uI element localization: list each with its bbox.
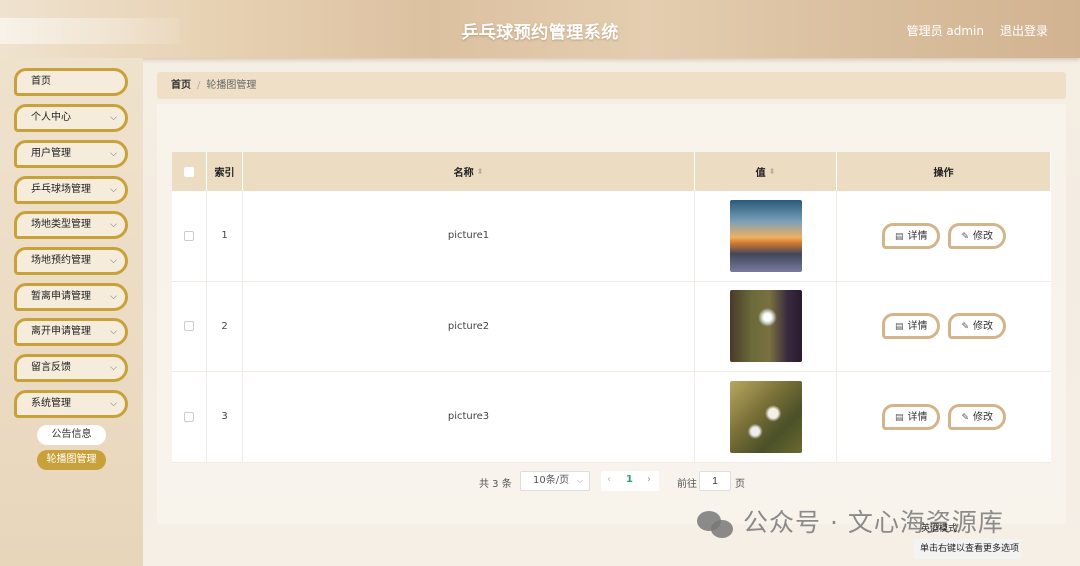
detail-button[interactable]: ▤ 详情 — [881, 222, 941, 249]
chevron-down-icon: ⌵ — [110, 113, 117, 123]
context-menu-hint[interactable]: 单击右键以查看更多选项 — [914, 539, 1021, 559]
logout-link[interactable]: 退出登录 — [1000, 22, 1048, 39]
row-name: picture3 — [243, 372, 695, 462]
sidebar-item-label: 场地类型管理 — [31, 219, 91, 230]
breadcrumb-separator: / — [197, 80, 201, 91]
chevron-down-icon: ⌵ — [110, 185, 117, 195]
sidebar-item-leave[interactable]: 离开申请管理 ⌵ — [14, 318, 128, 346]
chevron-down-icon: ⌵ — [110, 220, 117, 230]
sidebar-item-reservations[interactable]: 场地预约管理 ⌵ — [14, 247, 128, 275]
sidebar-item-system[interactable]: 系统管理 ⌵ — [14, 390, 128, 418]
sidebar-item-profile[interactable]: 个人中心 ⌵ — [14, 104, 128, 132]
wechat-icon — [697, 509, 735, 539]
edit-button[interactable]: ✎ 修改 — [948, 403, 1007, 430]
sidebar-item-home[interactable]: 首页 — [14, 68, 128, 96]
pencil-icon: ✎ — [961, 322, 970, 333]
total-count: 共 3 条 — [479, 479, 512, 490]
row-checkbox[interactable] — [184, 321, 194, 332]
sidebar-item-label: 离开申请管理 — [31, 326, 91, 337]
pencil-icon: ✎ — [961, 231, 970, 242]
row-index: 1 — [207, 191, 243, 281]
header-checkbox-cell — [172, 152, 207, 191]
page-suffix: 页 — [735, 479, 745, 490]
prev-page-icon[interactable]: ‹ — [607, 474, 611, 485]
sidebar-item-label: 留言反馈 — [31, 362, 71, 373]
sidebar-subitem-announcements[interactable]: 公告信息 — [37, 425, 106, 445]
sidebar-item-temp-leave[interactable]: 暂离申请管理 ⌵ — [14, 283, 128, 311]
detail-button[interactable]: ▤ 详情 — [881, 313, 941, 340]
chevron-down-icon: ⌵ — [110, 149, 117, 159]
white-flower-image[interactable] — [729, 290, 802, 363]
sidebar-item-courts[interactable]: 乒乓球场管理 ⌵ — [14, 176, 128, 204]
table-row: 1 picture1 ▤ 详情 ✎ 修改 — [172, 191, 1051, 282]
goto-page-input[interactable] — [699, 471, 731, 491]
sidebar-item-label: 暂离申请管理 — [31, 291, 91, 302]
document-icon: ▤ — [894, 322, 904, 333]
sort-icon[interactable]: ⬍ — [769, 167, 776, 176]
context-menu-item[interactable]: 英酒模式 — [921, 521, 957, 534]
page-size-select[interactable]: 10条/页 ⌵ — [520, 471, 590, 491]
daisies-image[interactable] — [729, 380, 802, 453]
chevron-down-icon: ⌵ — [110, 399, 117, 409]
breadcrumb-home[interactable]: 首页 — [171, 80, 191, 91]
document-icon: ▤ — [894, 231, 904, 242]
select-all-checkbox[interactable] — [184, 166, 194, 177]
top-header: 乒乓球预约管理系统 管理员 admin 退出登录 — [0, 0, 1080, 58]
row-checkbox[interactable] — [184, 411, 194, 422]
detail-button[interactable]: ▤ 详情 — [881, 403, 941, 430]
document-icon: ▤ — [894, 412, 904, 423]
chevron-down-icon: ⌵ — [110, 292, 117, 302]
sidebar-item-label: 场地预约管理 — [31, 255, 91, 266]
pencil-icon: ✎ — [961, 412, 970, 423]
row-name: picture2 — [243, 281, 695, 371]
sidebar-item-court-types[interactable]: 场地类型管理 ⌵ — [14, 211, 128, 239]
chevron-down-icon: ⌵ — [576, 476, 583, 485]
sidebar — [0, 58, 143, 566]
page-number[interactable]: 1 — [626, 474, 633, 485]
carousel-table: 索引 名称 ⬍ 值 ⬍ 操作 1 picture1 ▤ 详情 ✎ 修改 2 pictur… — [172, 152, 1051, 463]
table-row: 3 picture3 ▤ 详情 ✎ 修改 — [172, 372, 1051, 463]
sidebar-item-label: 个人中心 — [31, 112, 71, 123]
sidebar-item-feedback[interactable]: 留言反馈 ⌵ — [14, 354, 128, 382]
sidebar-item-users[interactable]: 用户管理 ⌵ — [14, 140, 128, 168]
page-nav: ‹ 1 › — [601, 471, 659, 491]
row-index: 3 — [207, 372, 243, 462]
column-header-value[interactable]: 值 ⬍ — [695, 152, 837, 191]
sunset-road-image[interactable] — [729, 199, 802, 272]
sidebar-item-label: 乒乓球场管理 — [31, 184, 91, 195]
column-header-name[interactable]: 名称 ⬍ — [243, 152, 695, 191]
chevron-down-icon: ⌵ — [110, 327, 117, 337]
breadcrumb-current: 轮播图管理 — [206, 80, 257, 91]
next-page-icon[interactable]: › — [647, 474, 651, 485]
edit-button[interactable]: ✎ 修改 — [948, 222, 1007, 249]
chevron-down-icon: ⌵ — [110, 363, 117, 373]
sidebar-item-label: 首页 — [31, 76, 51, 87]
edit-button[interactable]: ✎ 修改 — [948, 313, 1007, 340]
sidebar-item-label: 用户管理 — [31, 148, 71, 159]
breadcrumb: 首页 / 轮播图管理 — [157, 72, 1066, 99]
row-checkbox[interactable] — [184, 230, 194, 241]
column-header-actions: 操作 — [837, 152, 1051, 191]
sort-icon[interactable]: ⬍ — [477, 167, 484, 176]
watermark: 公众号 · 文心海资源库 — [697, 503, 1004, 539]
chevron-down-icon: ⌵ — [110, 256, 117, 266]
sidebar-item-label: 系统管理 — [31, 398, 71, 409]
row-name: picture1 — [243, 191, 695, 281]
table-header: 索引 名称 ⬍ 值 ⬍ 操作 — [172, 152, 1051, 191]
sidebar-subitem-carousel[interactable]: 轮播图管理 — [37, 450, 106, 470]
table-row: 2 picture2 ▤ 详情 ✎ 修改 — [172, 281, 1051, 372]
row-index: 2 — [207, 281, 243, 371]
current-user-label: 管理员 admin — [906, 24, 984, 38]
goto-label: 前往 — [677, 479, 697, 490]
column-header-index: 索引 — [207, 152, 243, 191]
